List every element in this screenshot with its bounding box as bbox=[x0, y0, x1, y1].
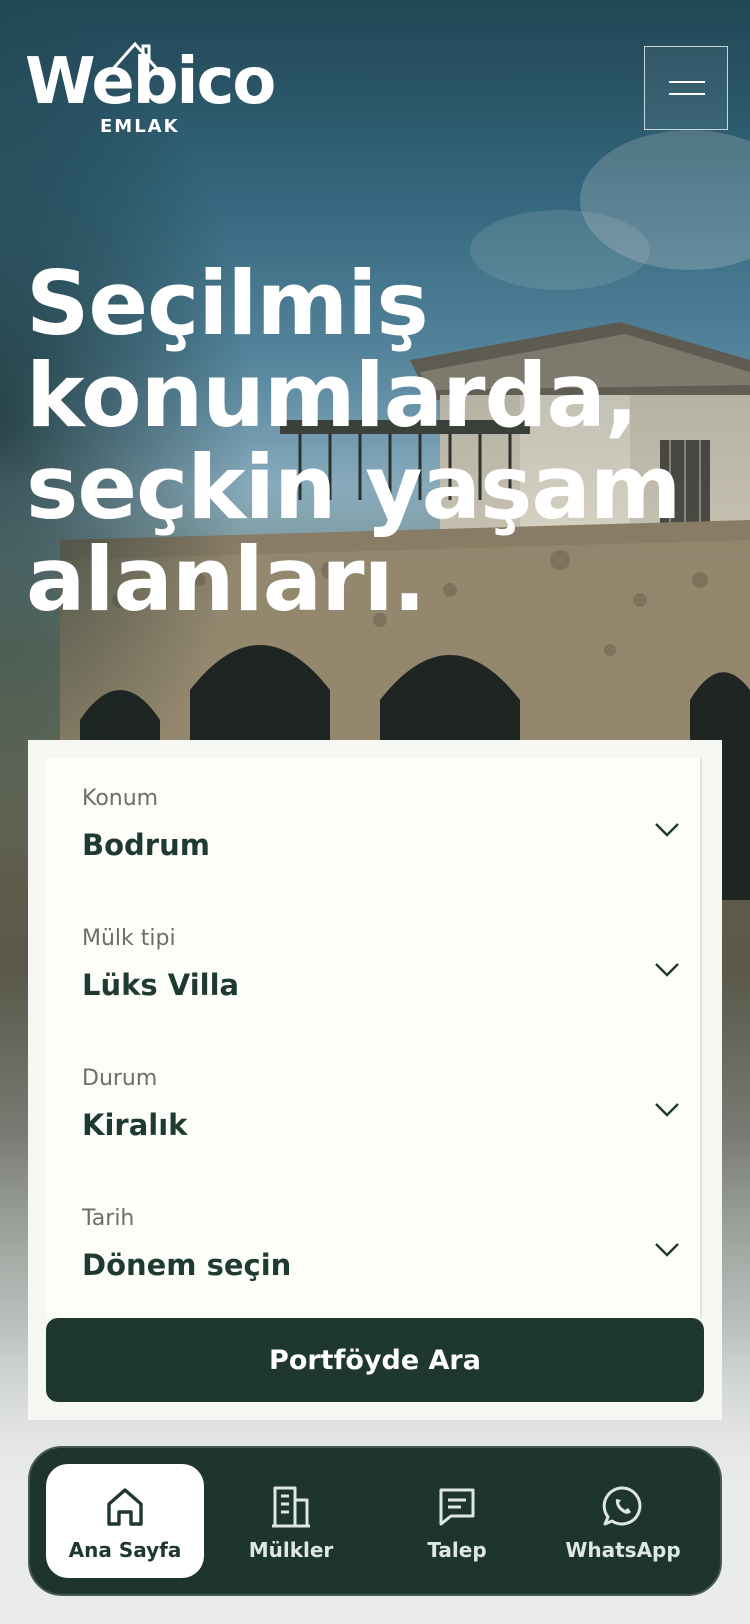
property-type-select[interactable]: Mülk tipi Lüks Villa bbox=[46, 898, 700, 1038]
building-icon bbox=[272, 1486, 310, 1528]
chevron-down-icon bbox=[655, 963, 679, 977]
nav-label: Talep bbox=[427, 1538, 487, 1562]
bottom-navigation: Ana Sayfa Mülkler Talep WhatsApp bbox=[28, 1446, 722, 1596]
headline-line: alanları. bbox=[26, 528, 426, 631]
chevron-down-icon bbox=[655, 1243, 679, 1257]
whatsapp-icon bbox=[602, 1486, 642, 1526]
field-label: Mülk tipi bbox=[82, 926, 176, 951]
search-fields: Konum Bodrum Mülk tipi Lüks Villa Durum … bbox=[46, 758, 702, 1318]
headline-line: konumlarda, bbox=[26, 344, 638, 447]
nav-label: WhatsApp bbox=[565, 1538, 681, 1562]
hamburger-icon bbox=[669, 81, 705, 83]
field-label: Tarih bbox=[82, 1206, 135, 1231]
field-label: Konum bbox=[82, 786, 159, 811]
headline-line: Seçilmiş bbox=[26, 252, 429, 355]
hamburger-icon-line bbox=[669, 93, 705, 95]
search-portfolio-button[interactable]: Portföyde Ara bbox=[46, 1318, 704, 1402]
hero-headline: Seçilmiş konumlarda, seçkin yaşam alanla… bbox=[26, 258, 726, 626]
chevron-down-icon bbox=[655, 1103, 679, 1117]
chevron-down-icon bbox=[655, 823, 679, 837]
search-card: Konum Bodrum Mülk tipi Lüks Villa Durum … bbox=[28, 740, 722, 1420]
home-icon bbox=[107, 1488, 143, 1526]
logo-subtitle: EMLAK bbox=[100, 116, 180, 137]
field-value: Lüks Villa bbox=[82, 968, 240, 1002]
location-select[interactable]: Konum Bodrum bbox=[46, 758, 700, 898]
field-value: Dönem seçin bbox=[82, 1248, 292, 1282]
nav-label: Mülkler bbox=[248, 1538, 334, 1562]
field-value: Bodrum bbox=[82, 828, 210, 862]
field-value: Kiralık bbox=[82, 1108, 188, 1142]
nav-item-properties[interactable]: Mülkler bbox=[212, 1464, 370, 1578]
date-select[interactable]: Tarih Dönem seçin bbox=[46, 1178, 700, 1318]
nav-item-request[interactable]: Talep bbox=[378, 1464, 536, 1578]
nav-item-whatsapp[interactable]: WhatsApp bbox=[544, 1464, 702, 1578]
headline-line: seçkin yaşam bbox=[26, 436, 681, 539]
brand-logo[interactable]: Webico EMLAK bbox=[25, 40, 276, 137]
logo-wordmark: Webico bbox=[25, 45, 276, 119]
status-select[interactable]: Durum Kiralık bbox=[46, 1038, 700, 1178]
field-label: Durum bbox=[82, 1066, 158, 1091]
nav-item-home[interactable]: Ana Sayfa bbox=[46, 1464, 204, 1578]
menu-button[interactable] bbox=[644, 46, 728, 130]
message-icon bbox=[439, 1488, 475, 1526]
nav-label: Ana Sayfa bbox=[68, 1538, 182, 1562]
